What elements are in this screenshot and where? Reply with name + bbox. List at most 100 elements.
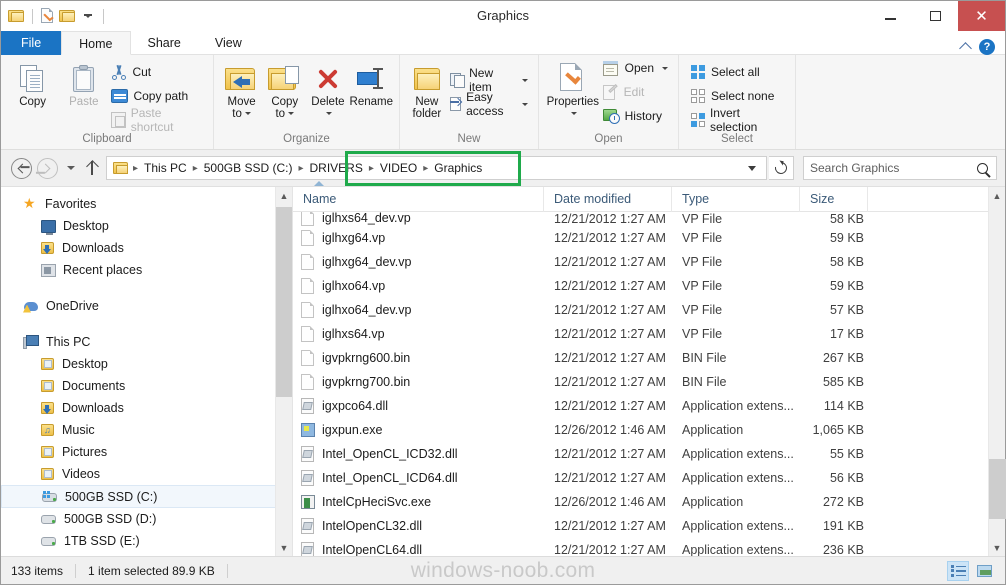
edit-button[interactable]: Edit [602, 81, 672, 103]
column-header-size[interactable]: Size [800, 186, 868, 212]
chevron-down-icon[interactable] [748, 165, 756, 171]
chevron-down-icon[interactable] [662, 66, 668, 70]
sidebar-item-1tb-ssd-e[interactable]: 1TB SSD (E:) [1, 530, 292, 552]
sidebar-item-documents[interactable]: Documents [1, 375, 292, 397]
chevron-down-icon[interactable] [571, 112, 578, 116]
chevron-down-icon[interactable] [244, 112, 251, 116]
rename-button[interactable]: Rename [350, 59, 393, 133]
sidebar-item-pc-desktop[interactable]: Desktop [1, 353, 292, 375]
open-button[interactable]: Open [602, 57, 672, 79]
nav-pane-scroll-thumb[interactable] [276, 207, 292, 397]
table-row[interactable]: iglhxs64_dev.vp 12/21/2012 1:27 AM VP Fi… [293, 212, 988, 226]
table-row[interactable]: Intel_OpenCL_ICD32.dll 12/21/2012 1:27 A… [293, 442, 988, 466]
scroll-down-icon[interactable]: ▼ [989, 539, 1005, 556]
column-header-date-modified[interactable]: Date modified [544, 186, 672, 212]
table-row[interactable]: iglhxg64.vp 12/21/2012 1:27 AM VP File 5… [293, 226, 988, 250]
table-row[interactable]: igvpkrng700.bin 12/21/2012 1:27 AM BIN F… [293, 370, 988, 394]
file-list-scroll-thumb[interactable] [989, 459, 1006, 519]
sidebar-item-onedrive[interactable]: OneDrive [1, 295, 292, 317]
file-size: 191 KB [822, 519, 864, 533]
sidebar-item-desktop[interactable]: Desktop [1, 215, 292, 237]
sidebar-item-500gb-ssd-d[interactable]: 500GB SSD (D:) [1, 508, 292, 530]
close-button[interactable]: ✕ [958, 1, 1005, 31]
breadcrumb-video[interactable]: VIDEO [376, 161, 421, 175]
large-icons-view-button[interactable] [973, 561, 995, 581]
easy-access-button[interactable]: Easy access [449, 90, 532, 118]
tab-view[interactable]: View [198, 31, 259, 55]
select-none-button[interactable]: Select none [691, 85, 789, 107]
history-button[interactable]: History [602, 105, 672, 127]
table-row[interactable]: iglhxg64_dev.vp 12/21/2012 1:27 AM VP Fi… [293, 250, 988, 274]
breadcrumb-drivers[interactable]: DRIVERS [305, 161, 366, 175]
tab-file[interactable]: File [1, 31, 62, 55]
chevron-down-icon[interactable] [288, 112, 295, 116]
copy-path-button[interactable]: Copy path [111, 85, 207, 107]
details-view-button[interactable] [947, 560, 969, 581]
copy-button[interactable]: Copy [7, 59, 58, 133]
help-icon[interactable]: ? [979, 39, 995, 55]
sidebar-item-pictures[interactable]: Pictures [1, 441, 292, 463]
properties-icon[interactable] [40, 8, 55, 24]
back-button[interactable] [9, 156, 33, 180]
new-item-button[interactable]: New item [449, 66, 532, 94]
maximize-button[interactable] [913, 1, 958, 31]
search-box[interactable]: Search Graphics [803, 156, 997, 180]
recent-locations-caret-icon[interactable] [67, 166, 75, 170]
select-all-button[interactable]: Select all [691, 61, 789, 83]
forward-button[interactable] [35, 156, 59, 180]
nav-pane-scrollbar[interactable]: ▲ ▼ [275, 187, 292, 556]
move-to-button[interactable]: Move to [220, 59, 263, 133]
paste-button[interactable]: Paste [58, 59, 109, 133]
sidebar-item-recent-places[interactable]: Recent places [1, 259, 292, 281]
scroll-down-icon[interactable]: ▼ [276, 539, 292, 556]
refresh-button[interactable] [769, 156, 794, 180]
address-box[interactable]: ▸ This PC ▸ 500GB SSD (C:) ▸ DRIVERS ▸ V… [106, 151, 767, 186]
invert-selection-button[interactable]: Invert selection [691, 106, 789, 134]
breadcrumb-graphics[interactable]: Graphics [430, 161, 486, 175]
chevron-down-icon[interactable] [326, 112, 333, 116]
sidebar-item-label: Pictures [62, 445, 108, 459]
new-folder-button[interactable]: New folder [406, 59, 448, 133]
table-row[interactable]: Intel_OpenCL_ICD64.dll 12/21/2012 1:27 A… [293, 466, 988, 490]
tab-share[interactable]: Share [131, 31, 198, 55]
customize-caret-icon[interactable] [84, 14, 92, 18]
search-icon[interactable] [977, 162, 988, 174]
table-row[interactable]: igxpco64.dll 12/21/2012 1:27 AM Applicat… [293, 394, 988, 418]
table-row[interactable]: IntelCpHeciSvc.exe 12/26/2012 1:46 AM Ap… [293, 490, 988, 514]
delete-button[interactable]: Delete [306, 59, 349, 133]
new-folder-icon[interactable] [59, 9, 76, 23]
chevron-down-icon[interactable] [522, 78, 528, 82]
minimize-button[interactable] [868, 1, 913, 31]
sidebar-item-music[interactable]: ♫ Music [1, 419, 292, 441]
breadcrumb-c-drive[interactable]: 500GB SSD (C:) [200, 161, 297, 175]
up-one-level-icon[interactable] [85, 160, 99, 176]
paste-shortcut-button[interactable]: Paste shortcut [111, 106, 207, 134]
scroll-up-icon[interactable]: ▲ [989, 187, 1005, 204]
column-header-type[interactable]: Type [672, 186, 800, 212]
cut-button[interactable]: Cut [111, 61, 207, 83]
table-row[interactable]: IntelOpenCL32.dll 12/21/2012 1:27 AM App… [293, 514, 988, 538]
sidebar-item-videos[interactable]: Videos [1, 463, 292, 485]
table-row[interactable]: iglhxo64.vp 12/21/2012 1:27 AM VP File 5… [293, 274, 988, 298]
properties-button[interactable]: Properties [545, 59, 601, 133]
file-list-scrollbar[interactable]: ▲ ▼ [988, 187, 1006, 556]
table-row[interactable]: igxpun.exe 12/26/2012 1:46 AM Applicatio… [293, 418, 988, 442]
folder-icon[interactable] [8, 9, 25, 23]
column-header-name[interactable]: Name [293, 180, 544, 212]
sidebar-item-500gb-ssd-c[interactable]: 500GB SSD (C:) [1, 485, 292, 508]
chevron-up-icon[interactable] [959, 42, 972, 55]
chevron-down-icon[interactable] [522, 102, 528, 106]
tab-home[interactable]: Home [61, 31, 131, 55]
scroll-up-icon[interactable]: ▲ [276, 187, 292, 204]
sidebar-item-downloads[interactable]: Downloads [1, 237, 292, 259]
search-input[interactable]: Search Graphics [810, 161, 977, 175]
table-row[interactable]: iglhxs64.vp 12/21/2012 1:27 AM VP File 1… [293, 322, 988, 346]
sidebar-item-pc-downloads[interactable]: Downloads [1, 397, 292, 419]
table-row[interactable]: iglhxo64_dev.vp 12/21/2012 1:27 AM VP Fi… [293, 298, 988, 322]
copy-to-button[interactable]: Copy to [263, 59, 306, 133]
sidebar-item-this-pc[interactable]: This PC [1, 331, 292, 353]
breadcrumb-this-pc[interactable]: This PC [140, 161, 191, 175]
sidebar-item-favorites[interactable]: ★ Favorites [1, 193, 292, 215]
table-row[interactable]: IntelOpenCL64.dll 12/21/2012 1:27 AM App… [293, 538, 988, 556]
table-row[interactable]: igvpkrng600.bin 12/21/2012 1:27 AM BIN F… [293, 346, 988, 370]
